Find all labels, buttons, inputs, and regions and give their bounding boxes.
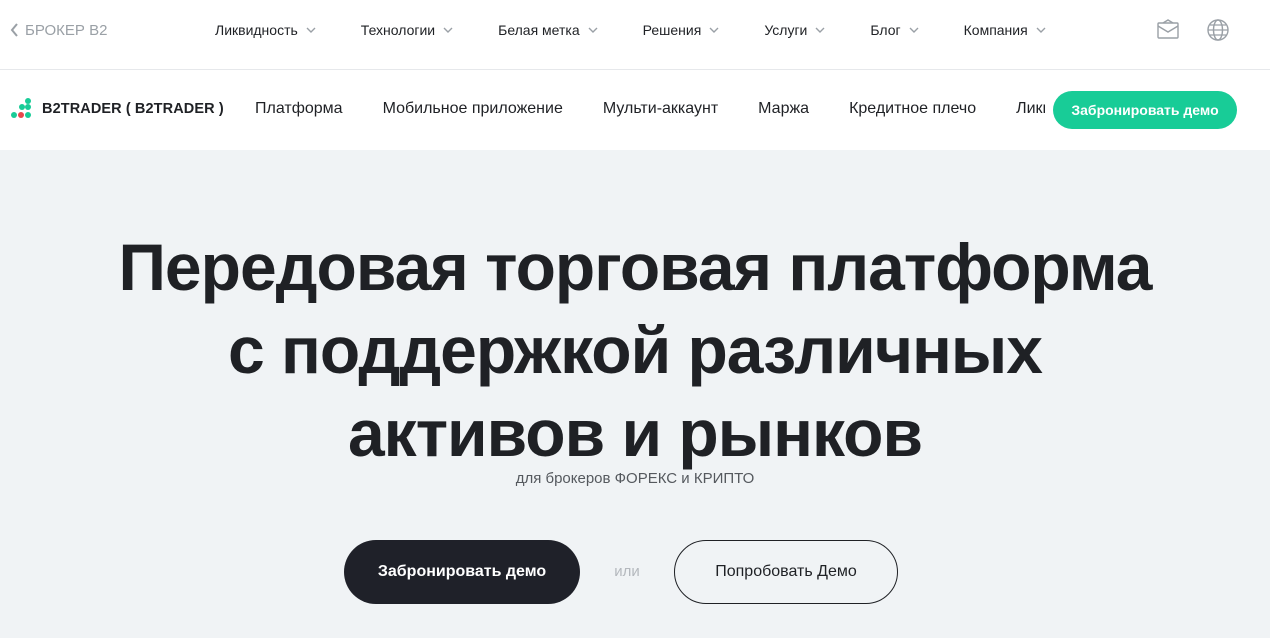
top-utility-icons [1156, 18, 1230, 42]
product-nav-platform[interactable]: Платформа [255, 100, 343, 118]
brand-logo-link[interactable]: B2TRADER ( B2TRADER ) [10, 97, 224, 121]
brand-name: B2TRADER ( B2TRADER ) [42, 101, 224, 117]
product-nav-multi-account[interactable]: Мульти-аккаунт [603, 100, 718, 118]
top-nav-services[interactable]: Услуги [764, 22, 825, 38]
chevron-down-icon [1036, 27, 1046, 33]
back-to-b2broker-link[interactable]: БРОКЕР B2 [10, 20, 107, 40]
back-link-label: БРОКЕР B2 [25, 21, 108, 39]
top-nav-technologies[interactable]: Технологии [361, 22, 453, 38]
mail-icon[interactable] [1156, 18, 1180, 42]
chevron-down-icon [709, 27, 719, 33]
hero-title-line: с поддержкой различных [228, 313, 1043, 387]
top-nav-solutions[interactable]: Решения [643, 22, 720, 38]
top-nav-label: Ликвидность [215, 22, 298, 38]
top-navigation-bar: БРОКЕР B2 Ликвидность Технологии Белая м… [0, 0, 1270, 70]
hero-title: Передовая торговая платформа с поддержко… [0, 226, 1270, 475]
hero-title-line: Передовая торговая платформа [118, 230, 1152, 304]
top-nav-label: Белая метка [498, 22, 580, 38]
chevron-down-icon [306, 27, 316, 33]
product-nav-margin[interactable]: Маржа [758, 100, 809, 118]
top-nav-label: Технологии [360, 22, 436, 38]
hero-book-demo-button[interactable]: Забронировать демо [344, 540, 580, 604]
chevron-down-icon [443, 27, 453, 33]
product-nav-mobile-app[interactable]: Мобильное приложение [383, 100, 563, 118]
chevron-down-icon [588, 27, 598, 33]
chevron-down-icon [909, 27, 919, 33]
product-nav-leverage[interactable]: Кредитное плечо [849, 100, 976, 118]
product-navigation-bar: B2TRADER ( B2TRADER ) Платформа Мобильно… [0, 70, 1270, 150]
product-nav-liquidity[interactable]: Ликвидность [1016, 100, 1045, 118]
top-nav-label: Блог [870, 22, 901, 38]
hero-section: Передовая торговая платформа с поддержко… [0, 150, 1270, 638]
product-nav: Платформа Мобильное приложение Мульти-ак… [255, 100, 1045, 118]
hero-subtitle: для брокеров ФОРЕКС и КРИПТО [515, 470, 755, 487]
book-demo-button[interactable]: Забронировать демо [1053, 91, 1237, 129]
hero-title-line: активов и рынков [347, 396, 923, 470]
top-nav-label: Решения [642, 22, 702, 38]
top-nav: Ликвидность Технологии Белая метка Решен… [215, 20, 1046, 40]
chevron-down-icon [815, 27, 825, 33]
or-separator: или [614, 563, 640, 580]
chevron-left-icon [10, 23, 18, 37]
top-nav-blog[interactable]: Блог [870, 22, 919, 38]
b2trader-logo-icon [11, 98, 31, 118]
top-nav-white-label[interactable]: Белая метка [498, 22, 598, 38]
top-nav-label: Компания [963, 22, 1028, 38]
top-nav-liquidity[interactable]: Ликвидность [215, 22, 316, 38]
try-demo-button[interactable]: Попробовать Демо [674, 540, 898, 604]
top-nav-label: Услуги [764, 22, 808, 38]
globe-icon[interactable] [1206, 18, 1230, 42]
top-nav-company[interactable]: Компания [964, 22, 1046, 38]
